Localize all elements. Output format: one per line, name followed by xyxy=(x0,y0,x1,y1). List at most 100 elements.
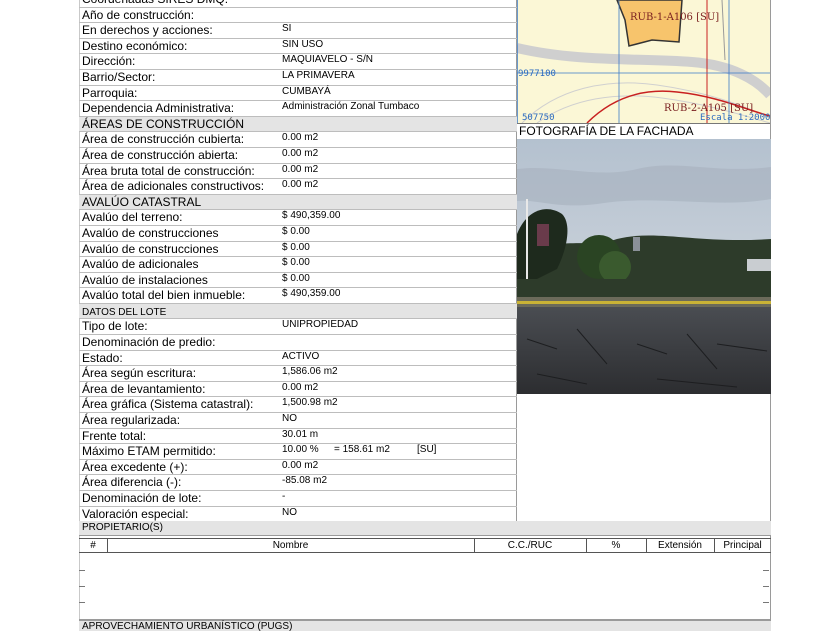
data-row: Avalúo total del bien inmueble: $ 490,359… xyxy=(79,288,517,304)
row-label: Avalúo de construcciones xyxy=(82,241,219,256)
data-row: Parroquia: CUMBAYÁ xyxy=(79,86,517,102)
data-row: Avalúo de instalaciones $ 0.00 xyxy=(79,273,517,289)
zone-label-rub1: RUB-1-A106 [SU] xyxy=(630,12,719,23)
row-label: Dependencia Administrativa: xyxy=(82,101,235,116)
row-value: 0.00 m2 xyxy=(282,459,319,471)
data-row: Área gráfica (Sistema catastral): 1,500.9… xyxy=(79,397,517,414)
map-scale: Escala 1:2000 xyxy=(700,113,770,123)
row-value: 30.01 m xyxy=(282,428,319,440)
data-row: Área de construcción cubierta: 0.00 m2 xyxy=(79,132,517,148)
owners-section: PROPIETARIO(S) # Nombre C.C./RUC % Exten… xyxy=(79,521,771,620)
row-label: Valoración especial: xyxy=(82,506,189,521)
cadastral-map: RUB-1-A106 [SU] RUB-2-A105 [SU] 9977100 … xyxy=(517,0,770,124)
row-label: Área gráfica (Sistema catastral): xyxy=(82,397,254,412)
data-row: Avalúo de adicionales $ 0.00 xyxy=(79,257,517,273)
row-label: Dirección: xyxy=(82,54,136,69)
row-value: 10.00 % xyxy=(282,444,319,456)
photo-title: FOTOGRAFÍA DE LA FACHADA xyxy=(519,124,694,138)
row-value: LA PRIMAVERA xyxy=(282,69,355,81)
row-value: UNIPROPIEDAD xyxy=(282,319,359,331)
map-drawing: RUB-1-A106 [SU] RUB-2-A105 [SU] 9977100 … xyxy=(517,0,770,123)
row-value: $ 490,359.00 xyxy=(282,210,341,222)
row-label: Máximo ETAM permitido: xyxy=(82,444,216,459)
section-header: DATOS DEL LOTE xyxy=(79,303,517,320)
facade-photo-drawing xyxy=(517,139,771,394)
row-label: Frente total: xyxy=(82,428,147,443)
map-coord-x: 507750 xyxy=(522,113,555,123)
row-label: En derechos y acciones: xyxy=(82,23,213,38)
row-label: Avalúo de construcciones xyxy=(82,225,219,240)
section-title: ÁREAS DE CONSTRUCCIÓN xyxy=(82,116,245,131)
pugs-section-title: APROVECHAMIENTO URBANÍSTICO (PUGS) xyxy=(79,620,771,632)
owners-col-id: C.C./RUC xyxy=(507,540,553,551)
owners-title: PROPIETARIO(S) xyxy=(79,521,771,536)
row-label: Avalúo del terreno: xyxy=(82,210,183,225)
owners-table-header: # Nombre C.C./RUC % Extensión Principal xyxy=(79,538,771,553)
row-value: -85.08 m2 xyxy=(282,475,328,487)
map-coord-y: 9977100 xyxy=(518,69,556,79)
row-label: Avalúo de instalaciones xyxy=(82,272,208,287)
row-value: SIN USO xyxy=(282,38,324,50)
row-value: 0.00 m2 xyxy=(282,381,319,393)
row-label: Tipo de lote: xyxy=(82,319,148,334)
data-row: Dependencia Administrativa: Administració… xyxy=(79,101,517,117)
owners-table-body xyxy=(79,553,771,620)
owners-col-number: # xyxy=(90,540,96,551)
row-value: 0.00 m2 xyxy=(282,179,319,191)
data-row: Tipo de lote: UNIPROPIEDAD xyxy=(79,319,517,336)
row-label: Año de construcción: xyxy=(82,7,195,22)
data-row: Avalúo de construcciones $ 0.00 xyxy=(79,242,517,258)
row-value: $ 0.00 xyxy=(282,241,310,253)
data-row: Frente total: 30.01 m xyxy=(79,429,517,445)
row-label: Parroquia: xyxy=(82,85,138,100)
data-row: Avalúo de construcciones $ 0.00 xyxy=(79,226,517,242)
row-label: Área regularizada: xyxy=(82,413,181,428)
section-header: ÁREAS DE CONSTRUCCIÓN xyxy=(79,116,517,133)
row-label: Avalúo de adicionales xyxy=(82,257,199,272)
section-title: AVALÚO CATASTRAL xyxy=(82,194,202,209)
row-label: Área de levantamiento: xyxy=(82,381,206,396)
row-label: Área de construcción abierta: xyxy=(82,147,239,162)
data-row: Año de construcción: xyxy=(79,8,517,24)
owners-col-percent: % xyxy=(611,540,621,551)
row-label: Coordenadas SIRES DMQ: xyxy=(82,0,228,7)
etam-zone: [SU] xyxy=(417,444,437,456)
owners-col-name: Nombre xyxy=(272,540,309,551)
row-value: 1,500.98 m2 xyxy=(282,397,338,409)
row-value: NO xyxy=(282,506,297,518)
data-row: Área de construcción abierta: 0.00 m2 xyxy=(79,148,517,164)
row-label: Denominación de lote: xyxy=(82,491,202,505)
data-row: Destino económico: SIN USO xyxy=(79,39,517,55)
property-data-table: Coordenadas SIRES DMQ: 507816.24 / 997714… xyxy=(79,0,517,523)
row-value: NO xyxy=(282,413,297,425)
row-label: Área diferencia (-): xyxy=(82,475,182,490)
row-value: - xyxy=(282,491,286,502)
owners-col-extension: Extensión xyxy=(658,540,702,551)
data-row: Área bruta total de construcción: 0.00 m2 xyxy=(79,164,517,180)
row-value: 0.00 m2 xyxy=(282,132,319,144)
row-value: $ 0.00 xyxy=(282,225,310,237)
row-value: Administración Zonal Tumbaco xyxy=(282,101,420,113)
row-label: Avalúo total del bien inmueble: xyxy=(82,288,246,303)
data-row: Denominación de predio: xyxy=(79,335,517,351)
data-row: Área diferencia (-): -85.08 m2 xyxy=(79,475,517,491)
row-value: $ 0.00 xyxy=(282,257,310,269)
row-value: 507816.24 / 9977143.19 xyxy=(282,0,390,5)
row-value: 0.00 m2 xyxy=(282,163,319,175)
row-value: 0.00 m2 xyxy=(282,147,319,159)
row-label: Área bruta total de construcción: xyxy=(82,163,255,178)
data-row: Dirección: MAQUIAVELO - S/N xyxy=(79,54,517,70)
pugs-title-text: APROVECHAMIENTO URBANÍSTICO (PUGS) xyxy=(82,621,293,632)
row-label: Área de construcción cubierta: xyxy=(82,132,245,147)
etam-area: = 158.61 m2 xyxy=(334,444,390,456)
row-value: SI xyxy=(282,23,292,35)
data-row: Área de adicionales constructivos: 0.00 m… xyxy=(79,179,517,195)
data-row: Denominación de lote: - xyxy=(79,491,517,507)
row-value: $ 0.00 xyxy=(282,272,310,284)
row-value: $ 490,359.00 xyxy=(282,288,341,300)
row-label: Destino económico: xyxy=(82,38,188,53)
row-label: Denominación de predio: xyxy=(82,335,216,350)
section-title: DATOS DEL LOTE xyxy=(82,306,167,318)
data-row: Área según escritura: 1,586.06 m2 xyxy=(79,366,517,382)
row-label: Barrio/Sector: xyxy=(82,69,156,84)
